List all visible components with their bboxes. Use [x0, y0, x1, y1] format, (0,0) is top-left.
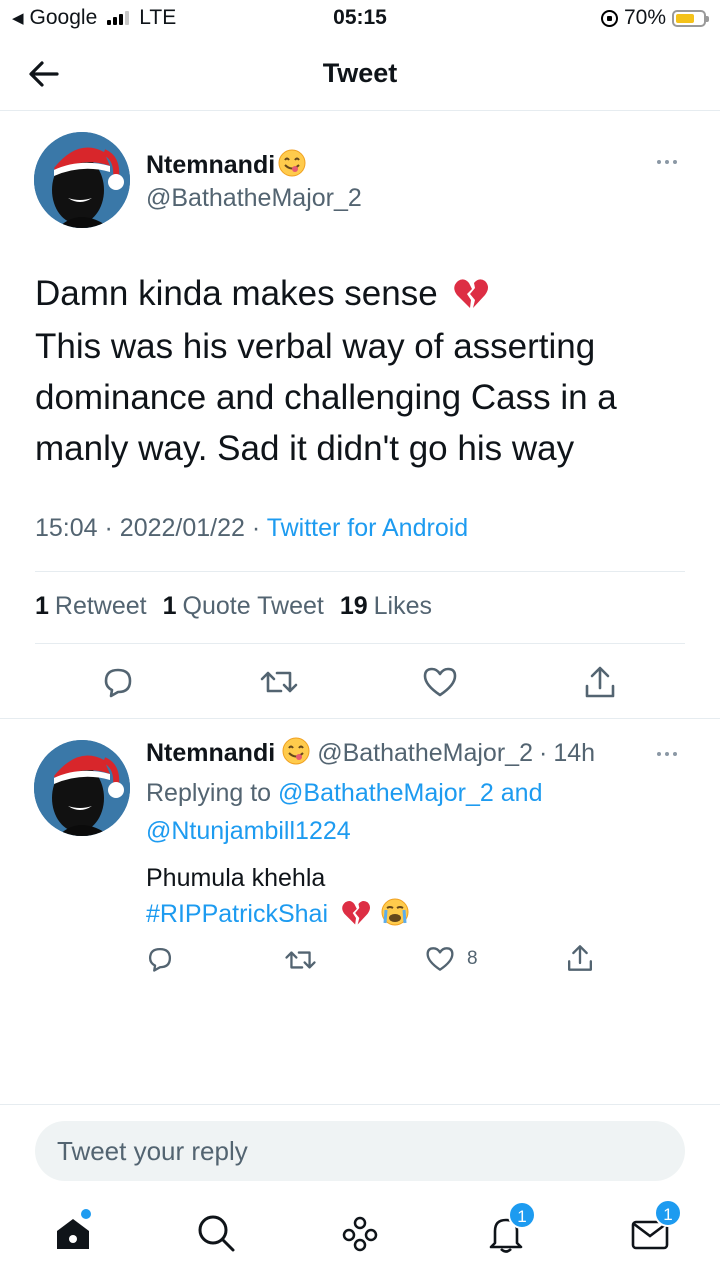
- bottom-area: Tweet your reply 1 1: [0, 1104, 720, 1280]
- broken-heart-emoji-icon: [447, 270, 489, 321]
- likes-stat[interactable]: 19 Likes: [340, 592, 432, 621]
- tweet-text: Damn kinda makes sense This was his verb…: [35, 268, 685, 474]
- more-options-icon[interactable]: [657, 752, 677, 756]
- tweet-line: Damn kinda makes sense: [35, 268, 685, 321]
- divider: [35, 571, 685, 572]
- quotes-stat[interactable]: 1 Quote Tweet: [163, 592, 324, 621]
- yum-emoji-icon: [277, 148, 307, 183]
- share-icon: [568, 945, 592, 971]
- share-icon: [585, 666, 615, 698]
- tweet-line: This was his verbal way of asserting: [35, 327, 596, 367]
- replying-to: Replying to @BathatheMajor_2 and @Ntunja…: [146, 779, 543, 845]
- tweet-time: 15:04: [35, 514, 98, 542]
- crying-face-emoji-icon: [378, 897, 410, 933]
- share-button[interactable]: [582, 664, 618, 705]
- nav-messages[interactable]: 1: [628, 1199, 682, 1255]
- yum-emoji-icon: [281, 736, 311, 771]
- battery-icon: [672, 9, 709, 27]
- avatar-image: [34, 132, 130, 228]
- like-button[interactable]: 8: [425, 945, 478, 973]
- reply-icon: [148, 947, 172, 972]
- author-handle[interactable]: @BathatheMajor_2: [317, 739, 533, 768]
- display-name[interactable]: Ntemnandi: [146, 739, 275, 768]
- like-button[interactable]: [422, 665, 458, 704]
- reply-text: Phumula khehla #RIPPatrickShai: [146, 860, 410, 933]
- tweet-date: 2022/01/22: [119, 514, 245, 542]
- avatar[interactable]: [34, 132, 130, 228]
- reply-age: 14h: [553, 739, 596, 767]
- page-title: Tweet: [322, 58, 398, 88]
- tweet-meta: 15:04 · 2022/01/22 · Twitter for Android: [35, 514, 469, 542]
- status-right: 70%: [600, 6, 709, 30]
- nav-spaces[interactable]: [338, 1211, 382, 1255]
- tweet-source-link[interactable]: Twitter for Android: [267, 514, 468, 542]
- tweet-line: dominance and challenging Cass in a: [35, 378, 617, 418]
- hashtag-link[interactable]: #RIPPatrickShai: [146, 900, 328, 928]
- retweet-icon: [260, 671, 298, 693]
- tweet-stats: 1 Retweet 1 Quote Tweet 19 Likes: [35, 592, 432, 621]
- avatar[interactable]: [34, 740, 130, 836]
- avatar-image: [34, 740, 130, 836]
- more-options-icon[interactable]: [657, 160, 677, 164]
- spaces-icon: [342, 1216, 378, 1252]
- nav-notifications[interactable]: 1: [484, 1201, 536, 1255]
- orientation-lock-icon: [600, 9, 618, 27]
- tweet-line: manly way. Sad it didn't go his way: [35, 429, 575, 469]
- top-app-bar: Tweet: [0, 40, 720, 111]
- divider: [35, 643, 685, 644]
- share-button[interactable]: [565, 943, 595, 978]
- reply-button[interactable]: [101, 665, 135, 704]
- nav-home[interactable]: [51, 1209, 95, 1255]
- messages-badge: 1: [654, 1199, 682, 1227]
- nav-search[interactable]: [194, 1211, 238, 1255]
- reply-icon: [104, 668, 132, 698]
- like-count: 8: [467, 948, 478, 969]
- mention-link[interactable]: @BathatheMajor_2: [278, 779, 494, 807]
- retweets-stat[interactable]: 1 Retweet: [35, 592, 147, 621]
- reply-button[interactable]: [146, 945, 174, 978]
- heart-icon: [426, 947, 454, 971]
- author-name[interactable]: Ntemnandi: [146, 148, 307, 183]
- retweet-button[interactable]: [284, 946, 317, 979]
- mention-link[interactable]: @Ntunjambill1224: [146, 817, 351, 845]
- search-icon: [198, 1215, 235, 1252]
- status-bar: ◀ Google LTE 05:15 70%: [0, 0, 720, 40]
- divider: [0, 718, 720, 719]
- display-name: Ntemnandi: [146, 151, 276, 179]
- battery-percent: 70%: [623, 6, 666, 29]
- author-handle[interactable]: @BathatheMajor_2: [146, 184, 362, 213]
- notifications-badge: 1: [508, 1201, 536, 1229]
- heart-icon: [423, 667, 457, 697]
- retweet-icon: [285, 951, 316, 969]
- broken-heart-emoji-icon: [335, 897, 371, 933]
- reply-header: Ntemnandi @BathatheMajor_2 · 14h: [146, 736, 595, 771]
- retweet-button[interactable]: [259, 665, 299, 704]
- reply-composer-input[interactable]: Tweet your reply: [35, 1121, 685, 1181]
- home-unread-dot: [81, 1209, 91, 1219]
